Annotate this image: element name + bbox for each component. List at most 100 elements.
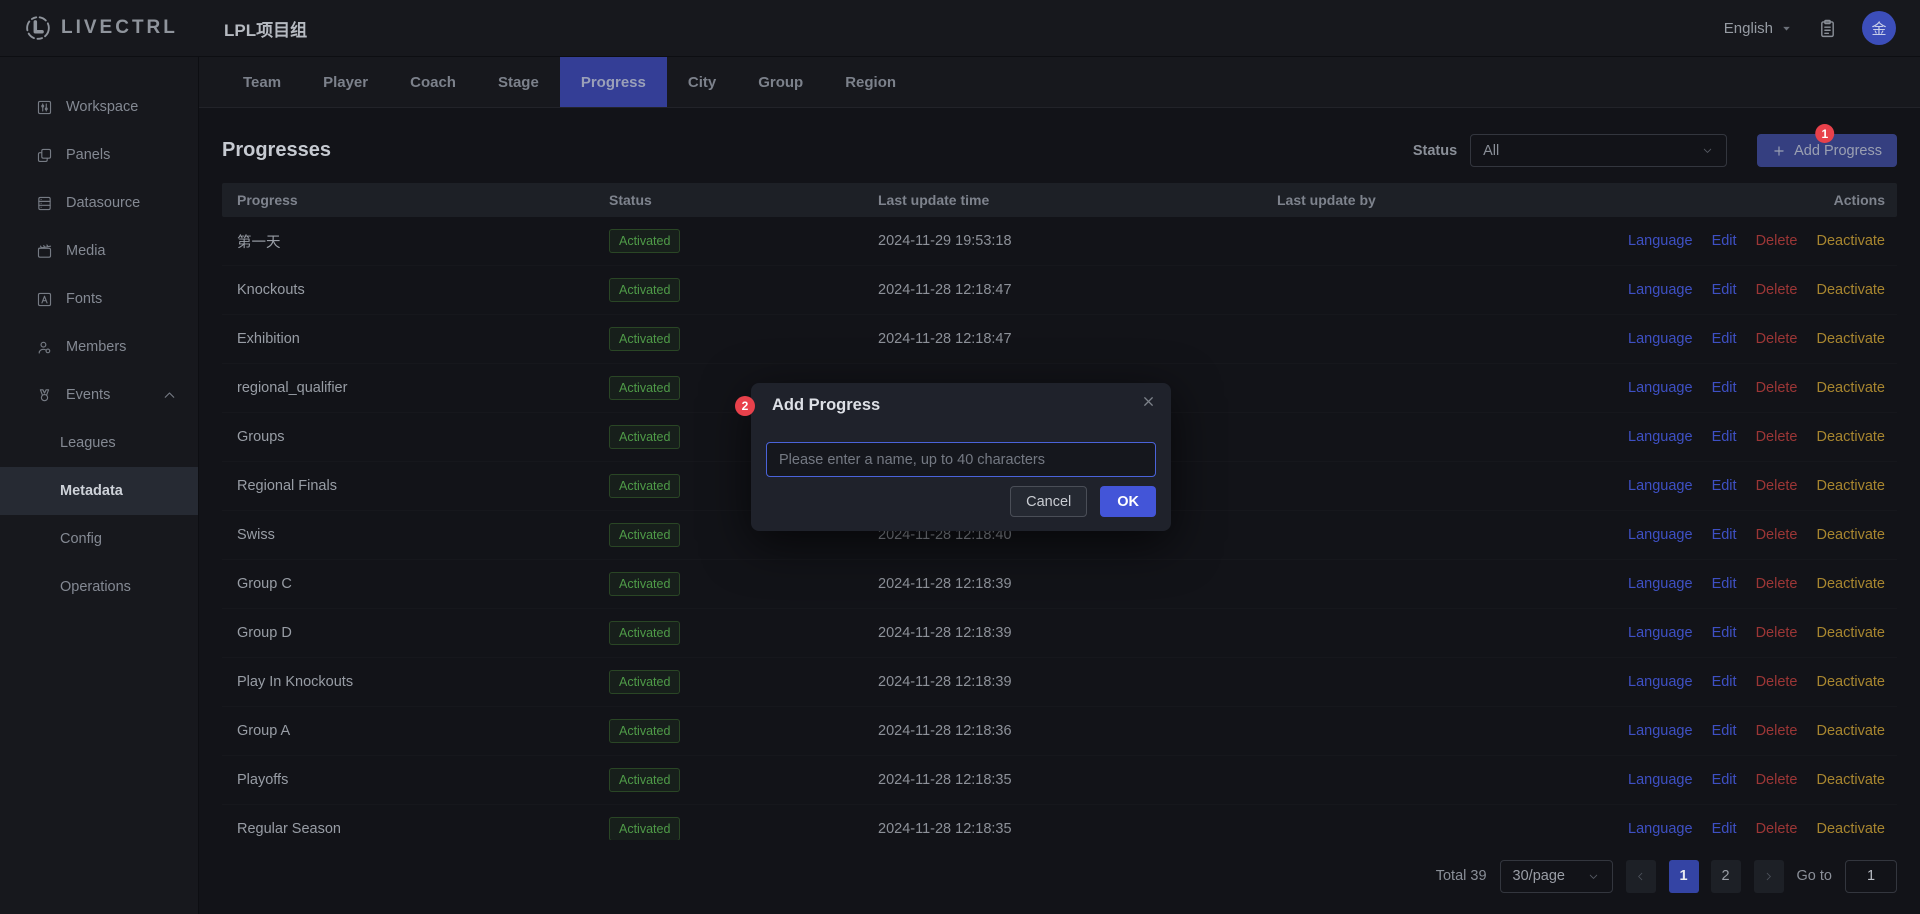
sidebar-item-leagues[interactable]: Leagues (0, 419, 198, 467)
sidebar-item-media[interactable]: Media (0, 227, 198, 275)
last-update-time: 2024-11-28 12:18:39 (878, 625, 1277, 641)
deactivate-link[interactable]: Deactivate (1816, 282, 1885, 298)
deactivate-link[interactable]: Deactivate (1816, 772, 1885, 788)
edit-link[interactable]: Edit (1712, 282, 1737, 298)
progress-name-input[interactable] (766, 442, 1156, 477)
status-badge: Activated (609, 376, 680, 400)
add-progress-button[interactable]: 1 Add Progress (1757, 134, 1897, 167)
status-filter-select[interactable]: All (1470, 134, 1727, 167)
sidebar-item-members[interactable]: Members (0, 323, 198, 371)
deactivate-link[interactable]: Deactivate (1816, 723, 1885, 739)
sidebar-item-events[interactable]: Events (0, 371, 198, 419)
status-cell: Activated (609, 278, 878, 302)
delete-link[interactable]: Delete (1756, 478, 1798, 494)
edit-link[interactable]: Edit (1712, 233, 1737, 249)
language-link[interactable]: Language (1628, 576, 1693, 592)
edit-link[interactable]: Edit (1712, 380, 1737, 396)
language-link[interactable]: Language (1628, 821, 1693, 837)
tab-city[interactable]: City (667, 57, 737, 107)
deactivate-link[interactable]: Deactivate (1816, 527, 1885, 543)
sidebar-item-datasource[interactable]: Datasource (0, 179, 198, 227)
goto-page-input[interactable] (1845, 860, 1897, 893)
language-link[interactable]: Language (1628, 478, 1693, 494)
tab-player[interactable]: Player (302, 57, 389, 107)
delete-link[interactable]: Delete (1756, 331, 1798, 347)
sidebar-item-fonts[interactable]: Fonts (0, 275, 198, 323)
status-cell: Activated (609, 768, 878, 792)
chevron-left-icon (1634, 870, 1647, 883)
sidebar-item-workspace[interactable]: Workspace (0, 83, 198, 131)
edit-link[interactable]: Edit (1712, 429, 1737, 445)
next-page-button[interactable] (1754, 860, 1784, 893)
delete-link[interactable]: Delete (1756, 772, 1798, 788)
edit-link[interactable]: Edit (1712, 331, 1737, 347)
delete-link[interactable]: Delete (1756, 429, 1798, 445)
language-link[interactable]: Language (1628, 723, 1693, 739)
cancel-button[interactable]: Cancel (1010, 486, 1087, 517)
deactivate-link[interactable]: Deactivate (1816, 674, 1885, 690)
deactivate-link[interactable]: Deactivate (1816, 478, 1885, 494)
tab-region[interactable]: Region (824, 57, 917, 107)
tab-team[interactable]: Team (222, 57, 302, 107)
language-link[interactable]: Language (1628, 527, 1693, 543)
tab-stage[interactable]: Stage (477, 57, 560, 107)
ok-button[interactable]: OK (1100, 486, 1156, 517)
language-link[interactable]: Language (1628, 331, 1693, 347)
edit-link[interactable]: Edit (1712, 772, 1737, 788)
language-link[interactable]: Language (1628, 282, 1693, 298)
language-link[interactable]: Language (1628, 233, 1693, 249)
edit-link[interactable]: Edit (1712, 674, 1737, 690)
deactivate-link[interactable]: Deactivate (1816, 576, 1885, 592)
status-badge: Activated (609, 572, 680, 596)
progress-name: Play In Knockouts (222, 674, 609, 690)
tab-coach[interactable]: Coach (389, 57, 477, 107)
page-button-2[interactable]: 2 (1711, 860, 1741, 893)
deactivate-link[interactable]: Deactivate (1816, 380, 1885, 396)
page-button-1[interactable]: 1 (1669, 860, 1699, 893)
language-link[interactable]: Language (1628, 429, 1693, 445)
actions-cell: Language Edit Delete Deactivate (1577, 478, 1897, 494)
language-link[interactable]: Language (1628, 772, 1693, 788)
deactivate-link[interactable]: Deactivate (1816, 429, 1885, 445)
edit-link[interactable]: Edit (1712, 576, 1737, 592)
delete-link[interactable]: Delete (1756, 576, 1798, 592)
sidebar-menu: WorkspacePanelsDatasourceMediaFontsMembe… (0, 57, 199, 914)
edit-link[interactable]: Edit (1712, 821, 1737, 837)
delete-link[interactable]: Delete (1756, 527, 1798, 543)
sidebar-item-panels[interactable]: Panels (0, 131, 198, 179)
delete-link[interactable]: Delete (1756, 380, 1798, 396)
datasource-icon (36, 195, 53, 212)
delete-link[interactable]: Delete (1756, 625, 1798, 641)
tab-group[interactable]: Group (737, 57, 824, 107)
delete-link[interactable]: Delete (1756, 233, 1798, 249)
deactivate-link[interactable]: Deactivate (1816, 331, 1885, 347)
deactivate-link[interactable]: Deactivate (1816, 625, 1885, 641)
sidebar-item-operations[interactable]: Operations (0, 563, 198, 611)
deactivate-link[interactable]: Deactivate (1816, 233, 1885, 249)
pagination-total: Total 39 (1436, 868, 1487, 884)
sidebar-item-metadata[interactable]: Metadata (0, 467, 198, 515)
language-link[interactable]: Language (1628, 380, 1693, 396)
language-select[interactable]: English (1724, 20, 1793, 37)
delete-link[interactable]: Delete (1756, 723, 1798, 739)
sidebar-item-config[interactable]: Config (0, 515, 198, 563)
language-link[interactable]: Language (1628, 625, 1693, 641)
delete-link[interactable]: Delete (1756, 821, 1798, 837)
language-link[interactable]: Language (1628, 674, 1693, 690)
clipboard-icon[interactable] (1817, 18, 1838, 39)
tab-progress[interactable]: Progress (560, 57, 667, 107)
actions-cell: Language Edit Delete Deactivate (1577, 282, 1897, 298)
edit-link[interactable]: Edit (1712, 478, 1737, 494)
delete-link[interactable]: Delete (1756, 282, 1798, 298)
close-icon[interactable] (1141, 394, 1156, 409)
page-size-select[interactable]: 30/page (1500, 860, 1613, 893)
edit-link[interactable]: Edit (1712, 527, 1737, 543)
workspace-icon (36, 99, 53, 116)
brand-logo: LIVECTRL (24, 14, 200, 42)
delete-link[interactable]: Delete (1756, 674, 1798, 690)
deactivate-link[interactable]: Deactivate (1816, 821, 1885, 837)
edit-link[interactable]: Edit (1712, 723, 1737, 739)
prev-page-button[interactable] (1626, 860, 1656, 893)
user-avatar[interactable]: 金 (1862, 11, 1896, 45)
edit-link[interactable]: Edit (1712, 625, 1737, 641)
